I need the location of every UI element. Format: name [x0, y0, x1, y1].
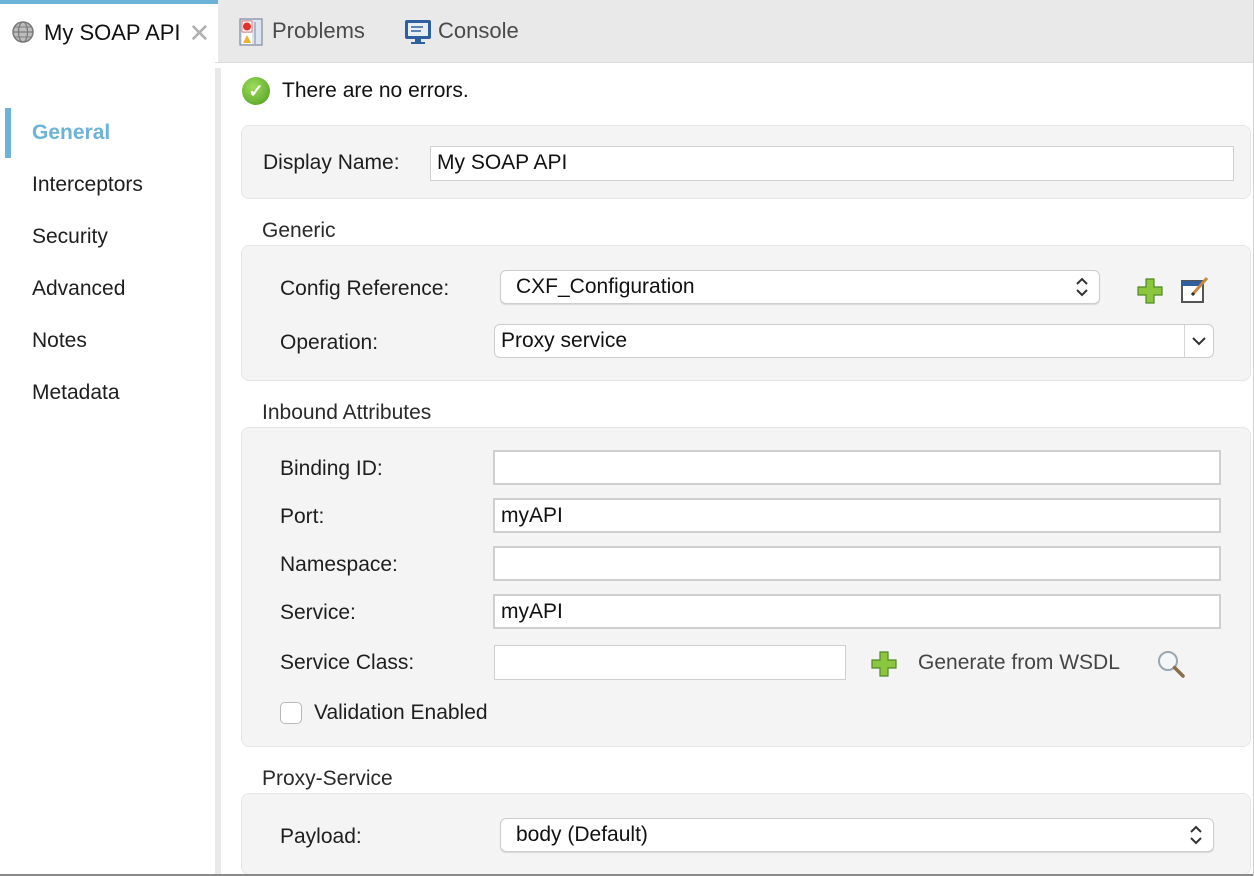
binding-id-label: Binding ID: — [280, 457, 383, 480]
chevron-down-icon — [1192, 337, 1206, 346]
config-reference-select[interactable]: CXF_Configuration — [500, 270, 1100, 304]
tab-label: Problems — [272, 18, 365, 43]
tab-label: Console — [438, 18, 519, 43]
sidebar-item-notes[interactable]: Notes — [32, 329, 87, 353]
sidebar-item-security[interactable]: Security — [32, 225, 108, 249]
section-generic-title: Generic — [262, 219, 336, 242]
port-label: Port: — [280, 505, 325, 528]
config-reference-label: Config Reference: — [280, 277, 450, 300]
payload-value: body (Default) — [516, 823, 648, 846]
status-message: ✓ There are no errors. — [242, 77, 469, 105]
service-input[interactable]: myAPI — [493, 594, 1221, 629]
tab-my-soap-api[interactable]: My SOAP API ✕ — [0, 0, 218, 62]
validation-enabled-label[interactable]: Validation Enabled — [314, 701, 488, 725]
close-tab-icon[interactable]: ✕ — [189, 18, 211, 49]
sidebar-item-advanced[interactable]: Advanced — [32, 277, 125, 301]
editor-tab-bar: My SOAP API ✕ Problems Console — [0, 0, 1254, 63]
service-class-input[interactable] — [494, 645, 846, 680]
payload-label: Payload: — [280, 825, 362, 848]
payload-select[interactable]: body (Default) — [500, 818, 1214, 852]
tab-problems[interactable]: Problems — [238, 0, 365, 62]
tab-label: My SOAP API — [44, 20, 181, 45]
updown-chevron-icon — [1190, 825, 1202, 845]
namespace-label: Namespace: — [280, 553, 398, 576]
service-class-label: Service Class: — [280, 651, 415, 674]
sidebar-item-interceptors[interactable]: Interceptors — [32, 173, 143, 197]
operation-dropdown-button[interactable] — [1184, 325, 1213, 357]
add-service-class-icon[interactable] — [871, 651, 897, 677]
problems-icon — [238, 18, 264, 46]
config-reference-value: CXF_Configuration — [516, 275, 695, 298]
display-name-label: Display Name: — [263, 151, 400, 174]
sidebar-item-general[interactable]: General — [32, 121, 110, 145]
sidebar-splitter[interactable] — [215, 68, 221, 876]
section-proxy-title: Proxy-Service — [262, 767, 393, 790]
validation-enabled-checkbox[interactable] — [280, 702, 302, 724]
globe-icon — [10, 20, 36, 46]
sidebar: General Interceptors Security Advanced N… — [0, 62, 215, 876]
service-label: Service: — [280, 601, 356, 624]
namespace-input[interactable] — [493, 546, 1221, 581]
generic-panel — [241, 245, 1251, 381]
active-indicator — [5, 108, 11, 158]
operation-value: Proxy service — [501, 329, 628, 352]
operation-label: Operation: — [280, 331, 379, 354]
section-inbound-title: Inbound Attributes — [262, 401, 432, 424]
display-name-input[interactable]: My SOAP API — [430, 146, 1234, 181]
search-icon[interactable] — [1156, 649, 1186, 679]
binding-id-input[interactable] — [493, 450, 1221, 485]
sidebar-item-metadata[interactable]: Metadata — [32, 381, 120, 405]
console-icon — [404, 18, 431, 44]
add-config-icon[interactable] — [1137, 278, 1163, 304]
status-text: There are no errors. — [282, 79, 469, 102]
tab-console[interactable]: Console — [404, 0, 519, 62]
updown-chevron-icon — [1076, 277, 1088, 297]
generate-from-wsdl-link[interactable]: Generate from WSDL — [918, 651, 1120, 675]
port-input[interactable]: myAPI — [493, 498, 1221, 533]
operation-combo[interactable]: Proxy service — [494, 324, 1214, 358]
edit-config-icon[interactable] — [1180, 275, 1210, 305]
check-circle-icon: ✓ — [242, 77, 270, 105]
